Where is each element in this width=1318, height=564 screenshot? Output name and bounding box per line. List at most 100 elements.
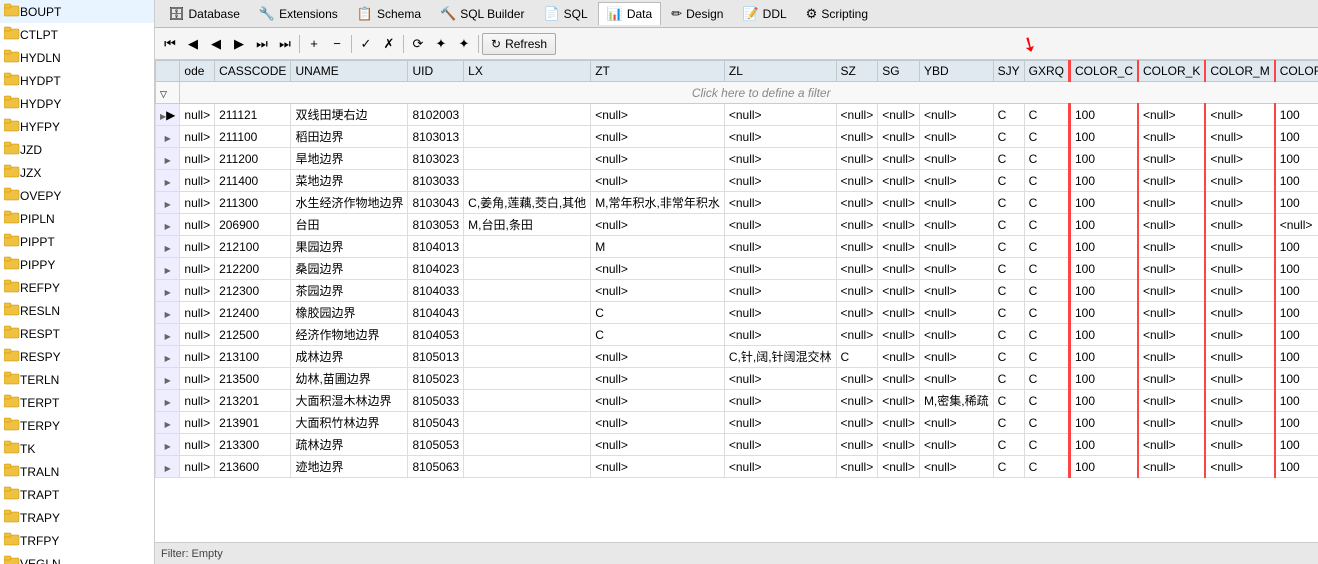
toolbar-confirm-btn-0[interactable]: ✓ [355,33,377,55]
col-header-uname[interactable]: UNAME [291,61,408,82]
tab-sql[interactable]: 📄SQL [534,2,596,25]
sidebar-item-hydpt[interactable]: HYDPT [0,69,154,92]
sidebar-item-hyfpy[interactable]: HYFPY [0,115,154,138]
sidebar-item-jzd[interactable]: JZD [0,138,154,161]
sidebar-item-respy[interactable]: RESPY [0,345,154,368]
col-header-sjy[interactable]: SJY [993,61,1024,82]
col-header-lx[interactable]: LX [464,61,591,82]
cell-sz: <null> [836,434,878,456]
sidebar-item-respt[interactable]: RESPT [0,322,154,345]
toolbar-nav-btn-1[interactable]: ◀ [182,33,204,55]
table-row[interactable]: null>212400橡胶园边界8104043C<null><null><nul… [156,302,1318,324]
data-grid-container[interactable]: odeCASSCODEUNAMEUIDLXZTZLSZSGYBDSJYGXRQC… [155,60,1318,542]
toolbar-nav-btn-0[interactable]: ⏮ [159,33,181,55]
tab-sql-builder[interactable]: 🔨SQL Builder [431,2,533,25]
col-header-uid[interactable]: UID [408,61,464,82]
sidebar-item-terln[interactable]: TERLN [0,368,154,391]
sidebar-item-tk[interactable]: TK [0,437,154,460]
sidebar-item-terpt[interactable]: TERPT [0,391,154,414]
sidebar-item-hydpy[interactable]: HYDPY [0,92,154,115]
cell-uname: 水生经济作物地边界 [291,192,408,214]
table-row[interactable]: null>212300茶园边界8104033<null><null><null>… [156,280,1318,302]
folder-icon [4,301,20,320]
cell-gxrq: C [1024,236,1069,258]
toolbar-confirm-btn-1[interactable]: ✗ [378,33,400,55]
sidebar-item-pippy[interactable]: PIPPY [0,253,154,276]
table-row[interactable]: ▶null>211121双线田埂右边8102003<null><null><nu… [156,104,1318,126]
table-row[interactable]: null>213100成林边界8105013<null>C,针,阔,针阔混交林C… [156,346,1318,368]
cell-uid: 8103023 [408,148,464,170]
sidebar-item-hydln[interactable]: HYDLN [0,46,154,69]
table-row[interactable]: null>213500幼林,苗圃边界8105023<null><null><nu… [156,368,1318,390]
sidebar-item-refpy[interactable]: REFPY [0,276,154,299]
toolbar-edit-btn-1[interactable]: − [326,33,348,55]
toolbar-edit-btn-0[interactable]: + [303,33,325,55]
sidebar-item-traln[interactable]: TRALN [0,460,154,483]
sidebar-item-trfpy[interactable]: TRFPY [0,529,154,552]
tab-data[interactable]: 📊Data [598,2,662,25]
col-header-ode[interactable]: ode [180,61,215,82]
table-row[interactable]: null>211200旱地边界8103023<null><null><null>… [156,148,1318,170]
toolbar-separator-1 [299,35,300,53]
table-row[interactable]: null>212200桑园边界8104023<null><null><null>… [156,258,1318,280]
cell-color_k: <null> [1138,346,1205,368]
table-row[interactable]: null>212500经济作物地边界8104053C<null><null><n… [156,324,1318,346]
col-header-sg[interactable]: SG [878,61,920,82]
table-row[interactable]: null>212100果园边界8104013M<null><null><null… [156,236,1318,258]
col-header-sz[interactable]: SZ [836,61,878,82]
cell-uid: 8104013 [408,236,464,258]
sidebar-item-vegln[interactable]: VEGLN [0,552,154,564]
table-row[interactable]: null>211100稻田边界8103013<null><null><null>… [156,126,1318,148]
col-header-color_c[interactable]: COLOR_C [1069,61,1138,82]
folder-icon [4,439,20,458]
col-header-ybd[interactable]: YBD [919,61,993,82]
folder-icon [4,117,20,136]
col-header-zl[interactable]: ZL [724,61,836,82]
tab-database[interactable]: 🗄Database [159,2,249,25]
folder-icon [4,462,20,481]
sidebar-item-ovepy[interactable]: OVEPY [0,184,154,207]
table-row[interactable]: null>211400菜地边界8103033<null><null><null>… [156,170,1318,192]
sidebar-item-pipln[interactable]: PIPLN [0,207,154,230]
tab-extensions[interactable]: 🔧Extensions [250,2,347,25]
table-row[interactable]: null>213600迹地边界8105063<null><null><null>… [156,456,1318,478]
sidebar-item-pippt[interactable]: PIPPT [0,230,154,253]
table-row[interactable]: null>213901大面积竹林边界8105043<null><null><nu… [156,412,1318,434]
col-header-gxrq[interactable]: GXRQ [1024,61,1069,82]
toolbar-nav-btn-2[interactable]: ◀ [205,33,227,55]
col-header-color_k[interactable]: COLOR_K [1138,61,1205,82]
table-row[interactable]: null>211300水生经济作物地边界8103043C,姜角,莲藕,茭白,其他… [156,192,1318,214]
sidebar-item-ctlpt[interactable]: CTLPT [0,23,154,46]
filter-hint[interactable]: Click here to define a filter [180,82,1318,104]
col-header-zt[interactable]: ZT [591,61,725,82]
toolbar-nav-btn-5[interactable]: ⏭ [274,33,296,55]
sidebar-item-resln[interactable]: RESLN [0,299,154,322]
sidebar-item-trapy[interactable]: TRAPY [0,506,154,529]
tab-scripting[interactable]: ⚙Scripting [797,2,877,25]
filter-row[interactable]: ▽Click here to define a filter [156,82,1318,104]
col-header-color_y[interactable]: COLOR_Y [1275,61,1318,82]
toolbar-nav-btn-3[interactable]: ▶ [228,33,250,55]
toolbar-misc-btn-0[interactable]: ⟳ [407,33,429,55]
cell-ybd: <null> [919,170,993,192]
col-header-color_m[interactable]: COLOR_M [1205,61,1274,82]
sidebar-item-trapt[interactable]: TRAPT [0,483,154,506]
cell-zt: <null> [591,280,725,302]
refresh-button[interactable]: ↻Refresh [482,33,556,55]
table-row[interactable]: null>213300疏林边界8105053<null><null><null>… [156,434,1318,456]
cell-sjy: C [993,104,1024,126]
sidebar-item-terpy[interactable]: TERPY [0,414,154,437]
sidebar-item-jzx[interactable]: JZX [0,161,154,184]
cell-sjy: C [993,368,1024,390]
tab-design[interactable]: ✏Design [662,2,732,25]
tab-schema[interactable]: 📋Schema [348,2,430,25]
table-row[interactable]: null>213201大面积湿木林边界8105033<null><null><n… [156,390,1318,412]
col-header-casscode[interactable]: CASSCODE [215,61,291,82]
cell-color_m: <null> [1205,346,1274,368]
tab-ddl[interactable]: 📝DDL [733,2,795,25]
toolbar-misc-btn-2[interactable]: ✦ [453,33,475,55]
toolbar-nav-btn-4[interactable]: ⏭ [251,33,273,55]
toolbar-misc-btn-1[interactable]: ✦ [430,33,452,55]
sidebar-item-boupt[interactable]: BOUPT [0,0,154,23]
table-row[interactable]: null>206900台田8103053M,台田,条田<null><null><… [156,214,1318,236]
